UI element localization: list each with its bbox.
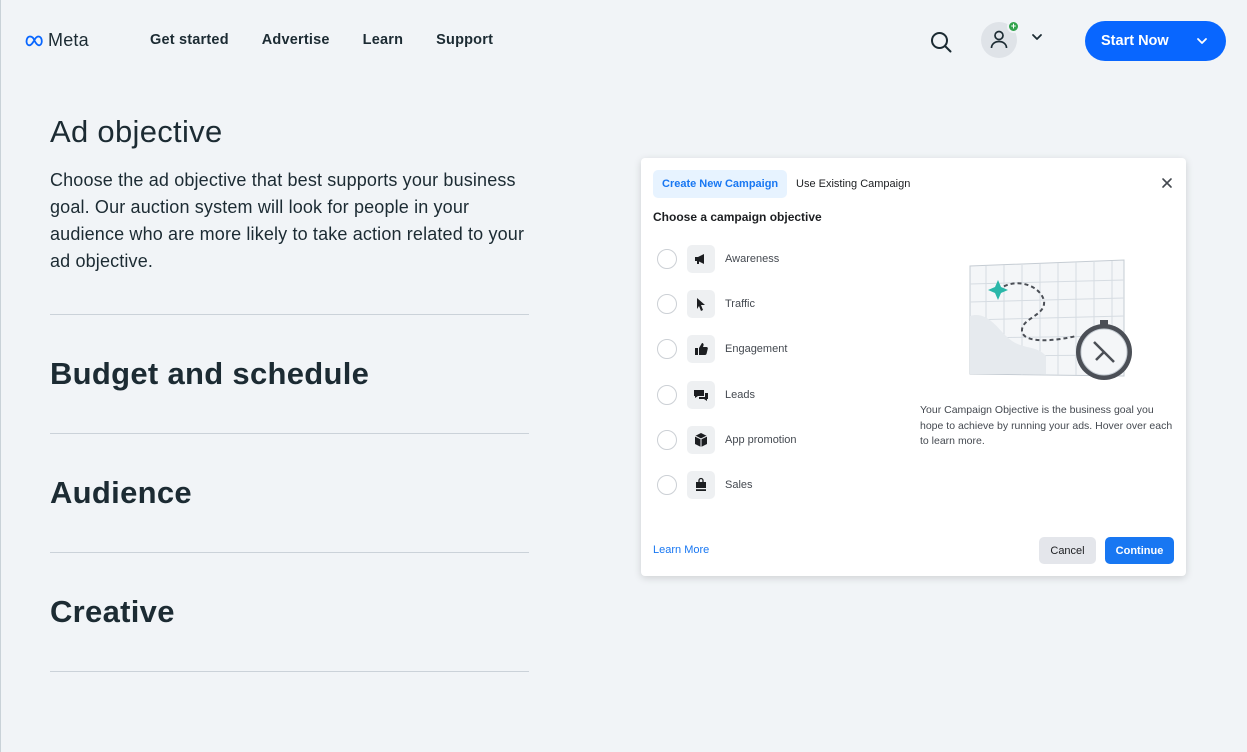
objective-option-sales[interactable]: Sales (657, 470, 753, 500)
chevron-down-icon[interactable] (1030, 30, 1044, 44)
radio-button[interactable] (657, 385, 677, 405)
account-avatar[interactable]: + (981, 20, 1020, 58)
objective-section: Ad objective Choose the ad objective tha… (50, 110, 529, 275)
cursor-icon (687, 290, 715, 318)
map-compass-illustration (969, 259, 1132, 380)
radio-button[interactable] (657, 249, 677, 269)
section-divider (50, 552, 529, 553)
chat-bubbles-icon (687, 381, 715, 409)
radio-button[interactable] (657, 475, 677, 495)
objective-option-traffic[interactable]: Traffic (657, 289, 755, 319)
creative-heading[interactable]: Creative (50, 594, 175, 630)
audience-heading[interactable]: Audience (50, 475, 192, 511)
option-label: Sales (725, 479, 753, 491)
main-nav: Get started Advertise Learn Support (150, 32, 526, 48)
start-now-button[interactable]: Start Now (1085, 21, 1226, 61)
box-icon (687, 426, 715, 454)
objective-option-awareness[interactable]: Awareness (657, 244, 779, 274)
nav-get-started[interactable]: Get started (150, 32, 229, 48)
dialog-title: Choose a campaign objective (653, 210, 822, 224)
nav-support[interactable]: Support (436, 32, 493, 48)
option-label: Leads (725, 389, 755, 401)
start-now-label: Start Now (1101, 33, 1169, 49)
search-button[interactable] (929, 30, 953, 54)
ad-objective-heading[interactable]: Ad objective (50, 110, 529, 154)
objective-option-engagement[interactable]: Engagement (657, 334, 787, 364)
option-label: Engagement (725, 343, 788, 355)
nav-learn[interactable]: Learn (363, 32, 404, 48)
learn-more-link[interactable]: Learn More (653, 544, 709, 556)
radio-button[interactable] (657, 339, 677, 359)
objective-option-leads[interactable]: Leads (657, 380, 755, 410)
search-icon (931, 32, 952, 53)
tab-create-new-campaign[interactable]: Create New Campaign (653, 170, 788, 198)
ad-objective-description: Choose the ad objective that best suppor… (50, 170, 525, 271)
top-navigation: Meta Get started Advertise Learn Support… (1, 0, 1247, 82)
option-label: App promotion (725, 434, 797, 446)
section-divider (50, 671, 529, 672)
radio-button[interactable] (657, 294, 677, 314)
budget-schedule-heading[interactable]: Budget and schedule (50, 356, 369, 392)
shopping-bag-icon (687, 471, 715, 499)
add-account-badge-icon: + (1007, 20, 1020, 33)
continue-button[interactable]: Continue (1105, 537, 1174, 564)
meta-logo[interactable]: Meta (25, 30, 89, 51)
nav-advertise[interactable]: Advertise (262, 32, 330, 48)
option-label: Traffic (725, 298, 755, 310)
campaign-objective-dialog: Create New Campaign Use Existing Campaig… (641, 158, 1186, 576)
cancel-button[interactable]: Cancel (1039, 537, 1096, 564)
thumbs-up-icon (687, 335, 715, 363)
close-icon[interactable] (1160, 176, 1174, 190)
option-label: Awareness (725, 253, 780, 265)
objective-option-app-promotion[interactable]: App promotion (657, 425, 797, 455)
meta-infinity-icon (25, 35, 43, 46)
user-icon (990, 30, 1008, 49)
tab-use-existing-campaign[interactable]: Use Existing Campaign (796, 170, 910, 198)
logo-text: Meta (48, 30, 89, 50)
objective-explanation: Your Campaign Objective is the business … (920, 404, 1173, 447)
radio-button[interactable] (657, 430, 677, 450)
section-divider (50, 314, 529, 315)
megaphone-icon (687, 245, 715, 273)
chevron-down-icon (1197, 38, 1207, 44)
section-divider (50, 433, 529, 434)
